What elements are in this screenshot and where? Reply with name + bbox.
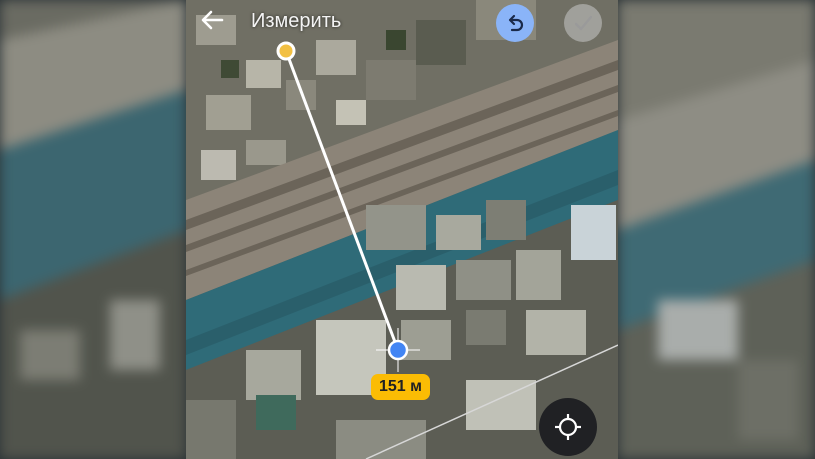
- undo-icon: [508, 14, 524, 32]
- arrow-back-icon: [201, 10, 224, 30]
- page-title: Измерить: [251, 10, 342, 32]
- my-location-button[interactable]: [539, 398, 597, 456]
- done-button[interactable]: [564, 4, 602, 42]
- distance-badge: 151 м: [371, 374, 430, 400]
- blurred-background-left: [0, 0, 186, 459]
- undo-button[interactable]: [496, 4, 534, 42]
- my-location-icon: [555, 414, 581, 440]
- top-app-bar: Измерить: [186, 0, 618, 48]
- checkmark-icon: [574, 15, 593, 31]
- screen: Измерить 151 м: [0, 0, 815, 459]
- map-screen[interactable]: Измерить 151 м: [186, 0, 618, 459]
- back-button[interactable]: [198, 6, 226, 34]
- blurred-background-right: [618, 0, 815, 459]
